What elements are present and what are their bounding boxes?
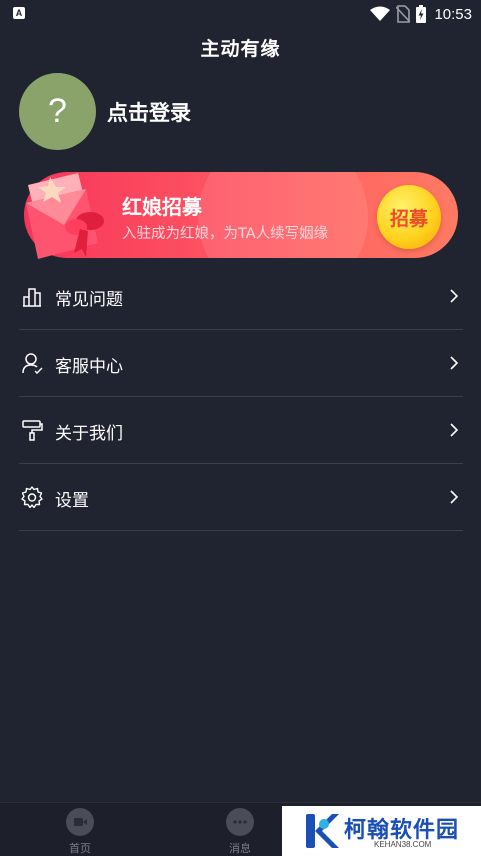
chat-icon: [226, 808, 254, 836]
gift-envelope-icon: [26, 173, 104, 259]
user-service-icon: [22, 353, 43, 374]
avatar[interactable]: ?: [19, 73, 96, 150]
no-sim-icon: [396, 5, 411, 23]
chevron-right-icon: [450, 289, 459, 303]
nav-label: 首页: [69, 842, 91, 855]
banner-subtitle: 入驻成为红娘，为TA人续写姻缘: [122, 226, 329, 242]
menu-item-faq[interactable]: 常见问题: [19, 263, 463, 330]
status-time: 10:53: [434, 5, 472, 23]
menu-item-label: 常见问题: [55, 290, 123, 310]
menu-item-label: 客服中心: [55, 357, 123, 377]
chevron-right-icon: [450, 490, 459, 504]
app-screen: A 10:53 主动有缘 ? 点击登录 红娘招募 入驻成为红娘，为TA人续写姻缘…: [0, 0, 481, 856]
nav-home[interactable]: 首页: [40, 803, 120, 856]
status-bar: A 10:53: [0, 0, 481, 28]
nav-label: 消息: [229, 842, 251, 855]
notification-app-icon: A: [13, 7, 25, 19]
recruit-button[interactable]: 招募: [377, 185, 441, 249]
wifi-icon: [370, 6, 391, 21]
menu-item-customer-service[interactable]: 客服中心: [19, 330, 463, 397]
gear-icon: [21, 486, 43, 508]
page-title: 主动有缘: [200, 38, 281, 60]
bar-chart-icon: [23, 288, 41, 307]
status-bar-right: 10:53: [370, 4, 472, 24]
video-icon: [66, 808, 94, 836]
banner-title: 红娘招募: [122, 195, 202, 219]
menu-item-about-us[interactable]: 关于我们: [19, 397, 463, 464]
paint-roller-icon: [22, 420, 43, 441]
battery-charging-icon: [416, 5, 427, 23]
kehan-logo-icon: [306, 814, 339, 848]
settings-menu: 常见问题 客服中心 关于我们 设置: [19, 263, 463, 531]
chevron-right-icon: [450, 356, 459, 370]
login-link[interactable]: 点击登录: [107, 97, 191, 127]
menu-item-label: 设置: [55, 491, 89, 511]
chevron-right-icon: [450, 423, 459, 437]
nav-messages[interactable]: 消息: [200, 803, 280, 856]
menu-item-label: 关于我们: [55, 424, 123, 444]
watermark-domain: KEHAN38.COM: [374, 840, 432, 849]
watermark: 柯翰软件园 KEHAN38.COM: [282, 806, 481, 856]
menu-item-settings[interactable]: 设置: [19, 464, 463, 531]
